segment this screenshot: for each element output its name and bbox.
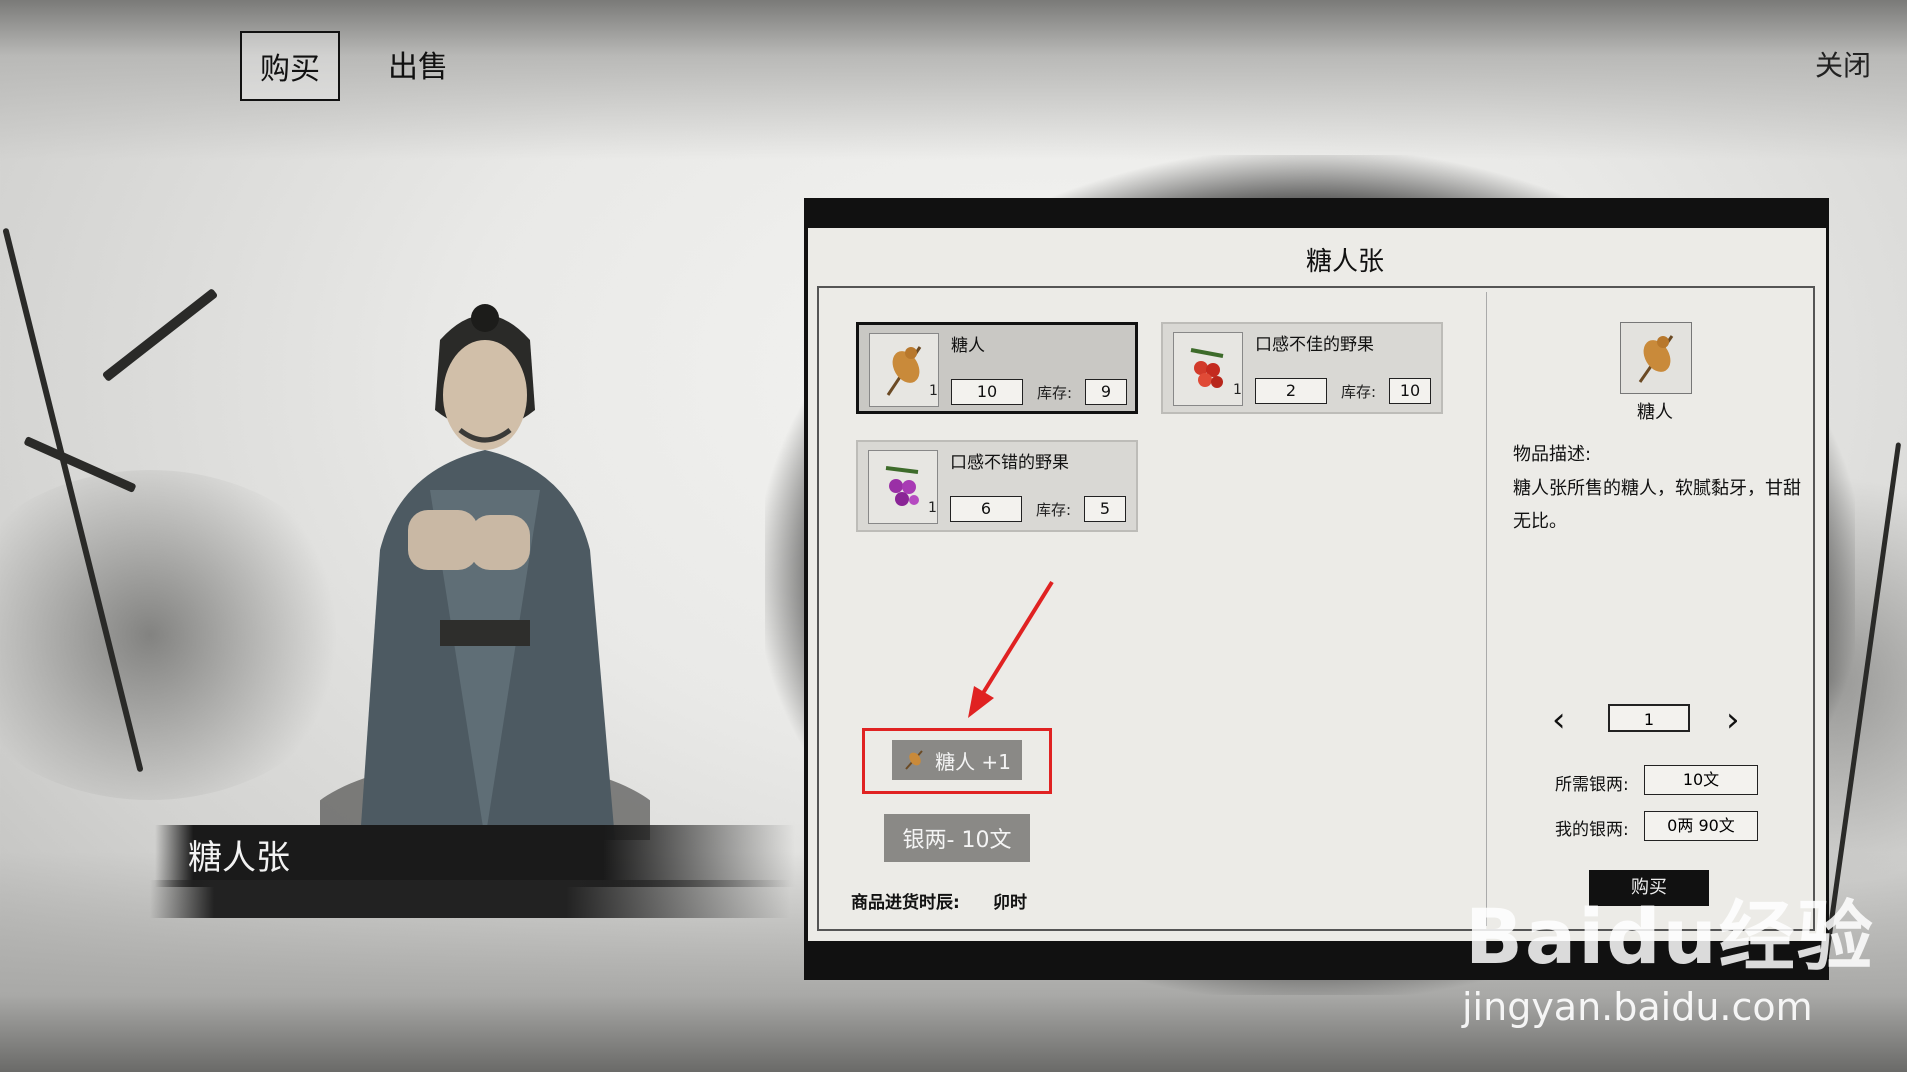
item-qty-mini: 1 [1233,382,1242,398]
description-text: 糖人张所售的糖人，软腻黏牙，甘甜无比。 [1513,478,1801,532]
chevron-left-icon[interactable]: ‹ [1552,700,1566,740]
restock-label: 商品进货时辰: [851,893,960,913]
detail-item-name: 糖人 [1637,402,1673,423]
item-card-sugar-figure[interactable]: 1 糖人 10 库存: 9 [856,322,1138,414]
npc-name: 糖人张 [188,838,290,878]
item-stock-label: 库存: [1037,384,1073,402]
bamboo-leaf [101,287,219,383]
item-name: 口感不错的野果 [950,453,1069,473]
item-name: 口感不佳的野果 [1255,335,1374,355]
watermark-url: jingyan.baidu.com [1462,985,1813,1029]
item-stock-label: 库存: [1341,383,1377,401]
item-stock-label: 库存: [1036,501,1072,519]
restock-value: 卯时 [993,893,1027,913]
tab-sell[interactable]: 出售 [372,31,464,97]
quantity-input[interactable]: 1 [1608,704,1690,732]
my-silver-value: 0两 90文 [1644,811,1758,841]
sugar-figure-icon [905,750,923,770]
chevron-right-icon[interactable]: › [1726,700,1740,740]
close-button[interactable]: 关闭 [1815,44,1871,84]
cart-item-chip[interactable]: 糖人 +1 [892,740,1022,780]
required-silver-value: 10文 [1644,765,1758,795]
item-name: 糖人 [951,336,985,356]
item-qty-mini: 1 [929,383,938,399]
detail-item-icon [1620,322,1692,394]
watermark-logo: Baidu经验 [1465,892,1875,981]
item-price: 2 [1255,378,1327,404]
tab-buy[interactable]: 购买 [240,31,340,101]
item-stock: 5 [1084,496,1126,522]
item-card-red-berries[interactable]: 1 口感不佳的野果 2 库存: 10 [1161,322,1443,414]
npc-name-band-lower [150,880,790,918]
item-stock: 9 [1085,379,1127,405]
cost-chip: 银两- 10文 [884,814,1030,862]
item-price: 6 [950,496,1022,522]
shop-title: 糖人张 [1305,247,1384,277]
item-qty-mini: 1 [928,500,937,516]
description-label: 物品描述: [1513,444,1592,465]
npc-portrait [320,304,650,840]
sugar-figure-icon [1638,335,1674,383]
item-stock: 10 [1389,378,1431,404]
my-silver-label: 我的银两: [1555,820,1629,840]
annotation-arrow [968,580,1054,718]
item-price: 10 [951,379,1023,405]
shop-divider [1486,292,1487,926]
cart-item-label: 糖人 +1 [935,749,1011,774]
item-card-purple-berries[interactable]: 1 口感不错的野果 6 库存: 5 [856,440,1138,532]
required-silver-label: 所需银两: [1555,775,1629,795]
ink-blob-left [0,470,360,800]
